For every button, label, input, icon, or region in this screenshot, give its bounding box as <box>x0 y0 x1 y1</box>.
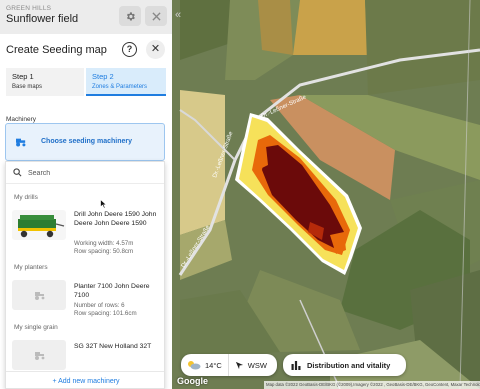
gear-icon <box>126 11 135 21</box>
single-grain-placeholder-image <box>12 340 66 370</box>
machinery-spec: Row spacing: 50.8cm <box>74 248 134 255</box>
google-logo: Google <box>177 376 208 386</box>
step-label: Base maps <box>12 84 43 90</box>
partly-cloudy-icon <box>188 361 201 370</box>
machinery-dropdown: My drills Drill John Deere 1590 John Dee… <box>5 161 165 389</box>
step-number: Step 2 <box>92 72 114 81</box>
wind-segment: WSW <box>229 354 273 376</box>
planter-placeholder-image <box>12 280 66 310</box>
search-input[interactable] <box>28 166 158 180</box>
panel-close-button[interactable]: ✕ <box>146 40 165 59</box>
field-close-button[interactable] <box>145 6 167 26</box>
machinery-label: Machinery <box>6 116 36 123</box>
machinery-name: Drill John Deere 1590 John Deere John De… <box>74 211 157 227</box>
wind-direction-icon <box>235 361 243 369</box>
temperature-value: 14°C <box>205 360 222 370</box>
seeding-map-panel: Create Seeding map ? ✕ Step 1 Base maps … <box>0 34 172 389</box>
weather-widget[interactable]: 14°C WSW <box>181 354 277 376</box>
field-settings-button[interactable] <box>119 6 141 26</box>
field-title: Sunflower field <box>6 13 79 25</box>
tractor-icon <box>16 138 26 147</box>
machinery-item[interactable]: Drill John Deere 1590 John Deere John De… <box>12 210 164 264</box>
field-header: GREEN HILLS Sunflower field <box>0 0 172 34</box>
temperature-segment: 14°C <box>181 354 228 376</box>
distribution-vitality-label: Distribution and vitality <box>307 360 391 370</box>
tab-step-1[interactable]: Step 1 Base maps <box>6 68 84 96</box>
close-icon <box>151 11 161 21</box>
tab-step-2[interactable]: Step 2 Zones & Parameters <box>86 68 166 96</box>
map-attribution: Map data ©2022 GeoBasis-DE/BKG (©2009),I… <box>264 381 480 389</box>
machinery-spec: Number of rows: 6 <box>74 302 125 309</box>
group-label-drills: My drills <box>14 194 38 201</box>
wind-value: WSW <box>247 360 267 370</box>
machinery-spec: Row spacing: 101.6cm <box>74 310 137 317</box>
group-label-single-grain: My single grain <box>14 324 58 331</box>
drill-image <box>12 210 66 240</box>
choose-machinery-label: Choose seeding machinery <box>41 138 133 145</box>
choose-machinery-button[interactable]: Choose seeding machinery <box>5 123 165 161</box>
step-number: Step 1 <box>12 72 34 81</box>
search-row <box>6 162 164 184</box>
add-new-machinery-button[interactable]: + Add new machinery <box>6 371 164 388</box>
step-label: Zones & Parameters <box>92 84 148 90</box>
search-icon <box>13 168 22 177</box>
machinery-name: Planter 7100 John Deere 7100 <box>74 283 150 299</box>
machinery-name: SG 32T New Holland 32T <box>74 343 152 350</box>
mouse-cursor-icon <box>100 199 107 209</box>
help-button[interactable]: ? <box>122 42 137 57</box>
field-group-label: GREEN HILLS <box>6 5 52 12</box>
panel-title: Create Seeding map <box>6 44 107 56</box>
collapse-panel-button[interactable]: « <box>173 8 183 22</box>
machinery-spec: Working width: 4.57m <box>74 240 134 247</box>
distribution-vitality-button[interactable]: Distribution and vitality <box>283 354 406 376</box>
group-label-planters: My planters <box>14 264 48 271</box>
bar-chart-icon <box>291 361 301 370</box>
